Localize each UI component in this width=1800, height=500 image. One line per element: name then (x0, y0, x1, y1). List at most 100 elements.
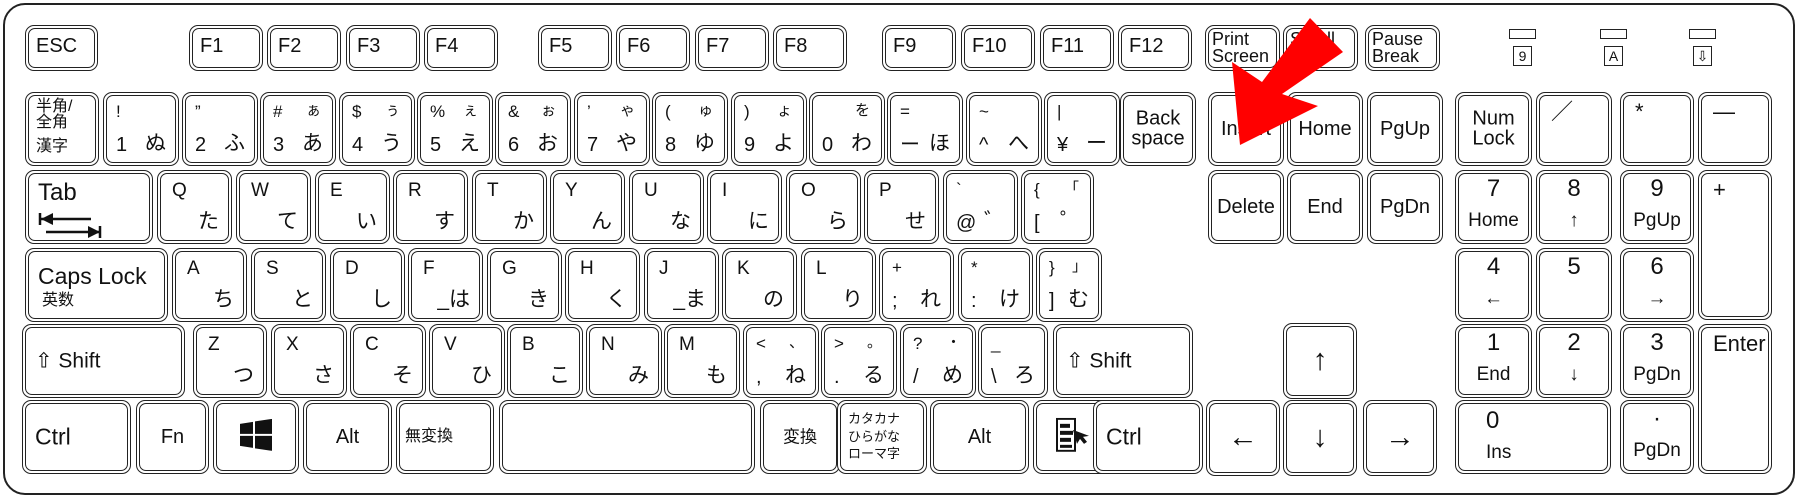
key-o[interactable]: Oら (786, 170, 861, 244)
key-j[interactable]: J _ま (644, 248, 719, 322)
key-nenter[interactable]: Enter (1698, 324, 1772, 474)
key-t[interactable]: Tか (472, 170, 547, 244)
key-k1[interactable]: ! 1 ぬ (103, 92, 179, 166)
key-k6[interactable]: & ぉ 6 お (495, 92, 571, 166)
key-s[interactable]: Sと (251, 248, 326, 322)
key-tab[interactable]: Tab (25, 170, 153, 244)
key-g[interactable]: Gき (487, 248, 562, 322)
key-k9[interactable]: ) ょ 9 よ (731, 92, 807, 166)
key-k5[interactable]: % ぇ 5 え (417, 92, 493, 166)
key-esc[interactable]: ESC (25, 25, 98, 71)
key-lctrl[interactable]: Ctrl (22, 400, 131, 474)
key-w[interactable]: Wて (236, 170, 311, 244)
key-f3[interactable]: F3 (346, 25, 420, 71)
key-f12[interactable]: F12 (1118, 25, 1192, 71)
key-up[interactable]: ↑ (1283, 323, 1357, 399)
key-henkan[interactable]: 変換 (760, 400, 840, 474)
key-n8[interactable]: 8 ↑ (1536, 170, 1612, 244)
key-slash[interactable]: ? ・ / め (900, 324, 976, 398)
key-ndot[interactable]: · PgDn (1620, 400, 1694, 474)
key-f10[interactable]: F10 (961, 25, 1035, 71)
key-n0[interactable]: 0 Ins (1455, 400, 1611, 474)
key-caps[interactable]: Caps Lock 英数 (25, 248, 168, 322)
key-f1[interactable]: F1 (189, 25, 263, 71)
key-f5[interactable]: F5 (538, 25, 612, 71)
key-f9[interactable]: F9 (882, 25, 956, 71)
key-b[interactable]: Bこ (507, 324, 583, 398)
key-kana[interactable]: カタカナ ひらがな ローマ字 (837, 400, 927, 474)
key-k[interactable]: Kの (722, 248, 797, 322)
key-i[interactable]: Iに (707, 170, 782, 244)
key-f11[interactable]: F11 (1040, 25, 1114, 71)
key-l[interactable]: Lり (801, 248, 876, 322)
key-period[interactable]: > 。. る (821, 324, 897, 398)
key-win[interactable] (213, 400, 299, 474)
key-delete[interactable]: Delete (1208, 170, 1284, 244)
key-m[interactable]: Mも (664, 324, 740, 398)
key-f[interactable]: F _は (408, 248, 483, 322)
key-d[interactable]: Dし (330, 248, 405, 322)
key-lshift[interactable]: ⇧ Shift (22, 324, 185, 398)
key-q[interactable]: Qた (157, 170, 232, 244)
key-pgdn[interactable]: PgDn (1367, 170, 1443, 244)
key-hankaku[interactable]: 半角/ 全角 漢字 (25, 92, 99, 166)
key-space[interactable] (499, 400, 755, 474)
key-muhenkan[interactable]: 無変換 (396, 400, 494, 474)
key-right[interactable]: → (1363, 400, 1437, 476)
key-v[interactable]: Vひ (429, 324, 505, 398)
key-n7[interactable]: 7 Home (1455, 170, 1532, 244)
key-pause[interactable]: Pause Break (1365, 25, 1440, 71)
key-numlock[interactable]: Num Lock (1455, 92, 1532, 166)
key-e[interactable]: Eい (315, 170, 390, 244)
key-u[interactable]: Uな (629, 170, 704, 244)
key-left[interactable]: ← (1206, 400, 1280, 476)
key-caret[interactable]: ~ ^ へ (966, 92, 1042, 166)
key-rbracket[interactable]: } 」] む (1036, 248, 1102, 322)
key-ralt[interactable]: Alt (930, 400, 1029, 474)
key-bracket[interactable]: {「 [゜ (1021, 170, 1094, 244)
key-z[interactable]: Zつ (193, 324, 267, 398)
key-p[interactable]: Pせ (864, 170, 939, 244)
key-f2[interactable]: F2 (267, 25, 341, 71)
key-f7[interactable]: F7 (695, 25, 769, 71)
key-backslash[interactable]: _ \ ろ (978, 324, 1048, 398)
key-fn[interactable]: Fn (136, 400, 209, 474)
key-f6[interactable]: F6 (616, 25, 690, 71)
key-n4[interactable]: 4 ← (1455, 248, 1532, 322)
key-n1[interactable]: 1 End (1455, 324, 1532, 398)
key-nmul[interactable]: * (1620, 92, 1694, 166)
key-n2[interactable]: 2 ↓ (1536, 324, 1612, 398)
key-n[interactable]: Nみ (586, 324, 662, 398)
key-f4[interactable]: F4 (424, 25, 498, 71)
key-rshift[interactable]: ⇧ Shift (1053, 324, 1193, 398)
key-colon[interactable]: *: け (958, 248, 1033, 322)
key-minus[interactable]: = ーほ (887, 92, 963, 166)
key-down[interactable]: ↓ (1283, 400, 1357, 476)
key-yen[interactable]: | ¥ ー (1044, 92, 1120, 166)
key-at[interactable]: ` @ ゛ (943, 170, 1018, 244)
key-y[interactable]: Yん (550, 170, 625, 244)
key-k4[interactable]: $ ぅ 4 う (339, 92, 415, 166)
key-lalt[interactable]: Alt (303, 400, 392, 474)
key-k8[interactable]: (ゅ 8 ゆ (652, 92, 728, 166)
key-x[interactable]: Xさ (271, 324, 347, 398)
key-scroll[interactable]: Scroll Lock (1283, 25, 1358, 71)
key-insert[interactable]: Insert (1208, 92, 1284, 166)
key-comma[interactable]: < 、, ね (743, 324, 819, 398)
key-ndiv[interactable]: ／ (1536, 92, 1612, 166)
key-k3[interactable]: # ぁ 3 あ (260, 92, 336, 166)
key-n6[interactable]: 6 → (1620, 248, 1694, 322)
key-semicolon[interactable]: +; れ (879, 248, 954, 322)
key-k7[interactable]: ’ ゃ 7 や (574, 92, 650, 166)
key-print[interactable]: Print Screen (1205, 25, 1280, 71)
key-home[interactable]: Home (1287, 92, 1363, 166)
key-a[interactable]: Aち (172, 248, 247, 322)
key-h[interactable]: Hく (565, 248, 640, 322)
key-backspace[interactable]: Back space (1120, 92, 1196, 166)
key-nadd[interactable]: + (1698, 170, 1772, 320)
key-end[interactable]: End (1287, 170, 1363, 244)
key-c[interactable]: Cそ (350, 324, 426, 398)
key-rctrl[interactable]: Ctrl (1093, 400, 1203, 474)
key-k0[interactable]: を 0わ (809, 92, 885, 166)
key-r[interactable]: Rす (393, 170, 468, 244)
